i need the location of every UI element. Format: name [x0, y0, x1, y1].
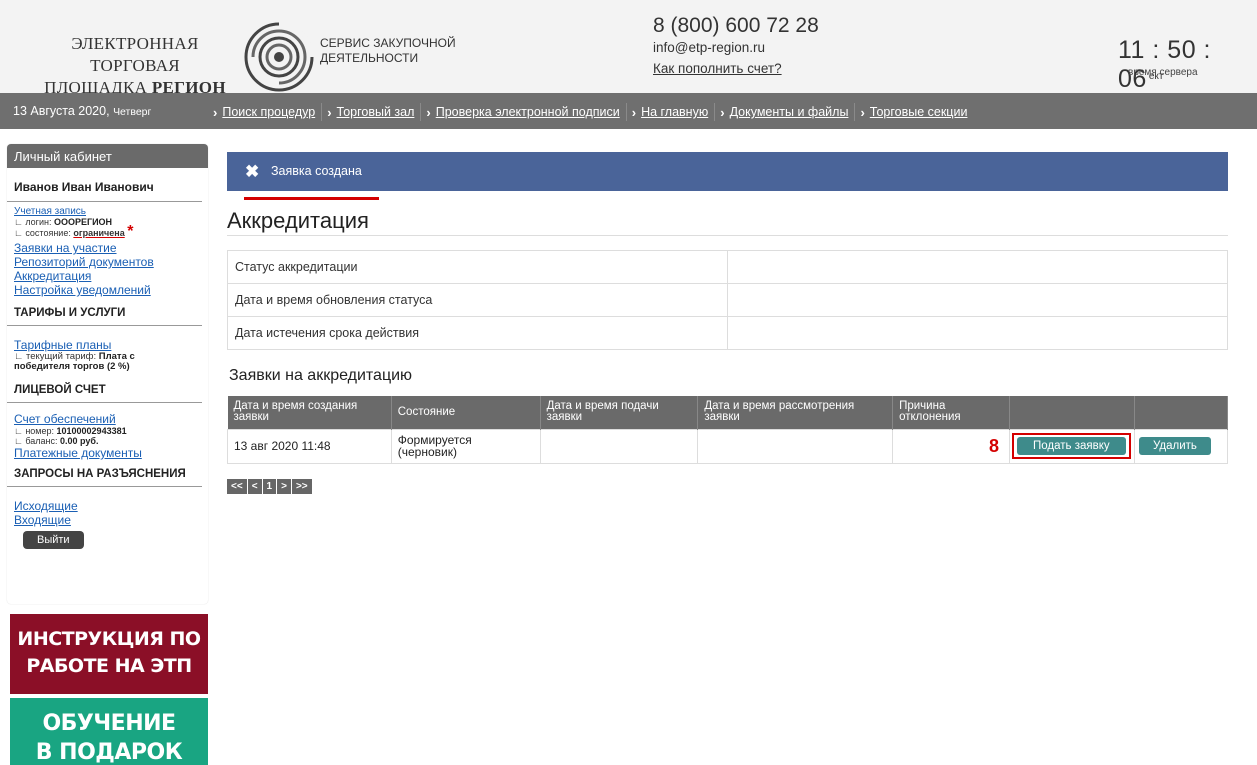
- delete-button[interactable]: Удалить: [1138, 437, 1211, 455]
- pager-page[interactable]: 1: [262, 479, 277, 494]
- topup-link[interactable]: Как пополнить счет?: [653, 61, 782, 76]
- nav-link-home[interactable]: › На главную: [625, 103, 715, 121]
- reviewed-cell: [697, 428, 894, 464]
- account-number: ∟ номер: 10100002943381: [14, 426, 127, 436]
- tariffs-section: Тарифные планы ∟ текущий тариф: Плата с …: [7, 326, 208, 372]
- sidebar-link-notifications[interactable]: Настройка уведомлений: [14, 283, 208, 297]
- training-banner[interactable]: ОБУЧЕНИЕ В ПОДАРОК: [10, 698, 208, 765]
- table-header: Дата и время создания заявки Состояние Д…: [227, 396, 1229, 429]
- submitted-cell: [539, 428, 699, 464]
- sidebar-link-applications[interactable]: Заявки на участие: [14, 241, 208, 255]
- logo-line-1: ЭЛЕКТРОННАЯ ТОРГОВАЯ: [71, 34, 199, 75]
- login-value: ОООРЕГИОН: [53, 217, 113, 227]
- account-section: Учетная запись ∟ логин: ОООРЕГИОН ∟ сост…: [7, 202, 208, 297]
- sidebar-link-incoming[interactable]: Входящие: [14, 513, 208, 527]
- column-header: Состояние: [391, 396, 541, 429]
- annotation-underline: [244, 197, 379, 200]
- annotation-mark: ▀: [399, 0, 415, 8]
- nav-link-trading-hall[interactable]: › Торговый зал: [321, 103, 420, 121]
- column-header: Дата и время подачи заявки: [540, 396, 699, 429]
- nav-links: › Поиск процедур › Торговый зал › Проверка …: [213, 103, 973, 121]
- top-navigation: 13 Августа 2020, Четверг › Поиск процедур…: [0, 93, 1257, 129]
- current-tariff-value: победителя торгов (2 %): [14, 361, 130, 372]
- server-time-label: время сервера: [1128, 67, 1198, 78]
- service-line-1: СЕРВИС ЗАКУПОЧНОЙ: [320, 36, 456, 50]
- table-row: Статус аккредитации: [227, 250, 1228, 284]
- nav-link-trading-sections[interactable]: › Торговые секции: [854, 103, 973, 121]
- email-address[interactable]: info@etp-region.ru: [653, 40, 765, 55]
- logout-button[interactable]: Выйти: [23, 531, 84, 549]
- tariffs-heading: ТАРИФЫ И УСЛУГИ: [7, 297, 202, 326]
- instruction-banner[interactable]: ИНСТРУКЦИЯ ПО РАБОТЕ НА ЭТП: [10, 614, 208, 694]
- applications-table: Дата и время создания заявки Состояние Д…: [227, 396, 1229, 464]
- sidebar-link-repository[interactable]: Репозиторий документов: [14, 255, 208, 269]
- nav-link-signature-check[interactable]: › Проверка электронной подписи: [420, 103, 625, 121]
- sidebar-link-outgoing[interactable]: Исходящие: [14, 499, 208, 513]
- column-header: [1134, 396, 1229, 429]
- page: ▀ ЭЛЕКТРОННАЯ ТОРГОВАЯ ПЛОЩАДКА РЕГИОН С…: [0, 0, 1257, 765]
- submit-highlight: Подать заявку: [1011, 433, 1131, 459]
- success-alert: ✖ Заявка создана: [227, 152, 1228, 191]
- chevron-right-icon: ›: [426, 104, 431, 120]
- weekday-text: Четверг: [113, 106, 152, 118]
- pager-next[interactable]: >: [277, 479, 291, 494]
- table-row: Дата и время обновления статуса: [227, 283, 1228, 317]
- requests-section: Исходящие Входящие Выйти: [7, 487, 208, 549]
- service-caption: СЕРВИС ЗАКУПОЧНОЙ ДЕЯТЕЛЬНОСТИ: [320, 36, 480, 66]
- column-header: Дата и время рассмотрения заявки: [697, 396, 894, 429]
- sidebar-title: Личный кабинет: [7, 144, 208, 168]
- column-header: Причина отклонения: [892, 396, 1010, 429]
- sidebar-link-accreditation[interactable]: Аккредитация: [14, 269, 208, 283]
- page-title: Аккредитация: [227, 208, 369, 233]
- reason-cell: 8: [892, 428, 1010, 464]
- alert-message: Заявка создана: [271, 164, 362, 178]
- sidebar: Личный кабинет Иванов Иван Иванович Учет…: [7, 144, 208, 604]
- server-clock: 11 : 50 : 06 ект: [1118, 36, 1257, 94]
- sidebar-link-account[interactable]: Учетная запись: [14, 206, 208, 217]
- user-name: Иванов Иван Иванович: [7, 168, 202, 202]
- pager-prev[interactable]: <: [247, 479, 262, 494]
- chevron-right-icon: ›: [631, 104, 637, 120]
- accreditation-status-table: Статус аккредитации Дата и время обновле…: [227, 250, 1228, 350]
- column-header: [1009, 396, 1135, 429]
- divider: [227, 235, 1228, 236]
- logo-swirl-icon[interactable]: [244, 22, 314, 92]
- submit-application-button[interactable]: Подать заявку: [1016, 437, 1126, 455]
- pagination: << < 1 > >>: [227, 479, 312, 494]
- table-row: 13 авг 2020 11:48 Формируется (черновик) …: [227, 428, 1229, 464]
- login-info: ∟ логин: ОООРЕГИОН: [14, 217, 113, 227]
- current-date: 13 Августа 2020, Четверг: [13, 104, 151, 118]
- balance-section: Счет обеспечений ∟ номер: 10100002943381…: [7, 403, 208, 460]
- column-header: Дата и время создания заявки: [227, 396, 392, 429]
- applications-heading: Заявки на аккредитацию: [229, 367, 413, 384]
- sidebar-link-tariffs[interactable]: Тарифные планы: [14, 338, 208, 352]
- step-number: 8: [988, 435, 999, 456]
- account-balance: ∟ баланс: 0.00 руб.: [14, 436, 99, 446]
- server-time: 11 : 50 : 06: [1118, 36, 1211, 93]
- account-heading: ЛИЦЕВОЙ СЧЕТ: [7, 372, 202, 403]
- pager-first[interactable]: <<: [227, 479, 247, 494]
- asterisk-icon: *: [127, 223, 134, 240]
- created-cell: 13 авг 2020 11:48: [227, 428, 392, 464]
- phone-number[interactable]: 8 (800) 600 72 28: [653, 14, 819, 38]
- nav-link-search[interactable]: › Поиск процедур: [213, 103, 321, 121]
- requests-heading: ЗАПРОСЫ НА РАЗЪЯСНЕНИЯ: [7, 460, 202, 487]
- service-line-2: ДЕЯТЕЛЬНОСТИ: [320, 51, 419, 65]
- pager-last[interactable]: >>: [291, 479, 312, 494]
- state-cell: Формируется (черновик): [390, 428, 541, 464]
- chevron-right-icon: ›: [213, 104, 218, 120]
- sidebar-link-payments[interactable]: Платежные документы: [14, 446, 208, 460]
- state-info: ∟ состояние: ограничена *: [14, 223, 134, 240]
- date-text: 13 Августа 2020,: [13, 104, 110, 118]
- state-value: ограничена: [73, 228, 125, 238]
- chevron-right-icon: ›: [860, 104, 865, 120]
- site-logo-text[interactable]: ЭЛЕКТРОННАЯ ТОРГОВАЯ ПЛОЩАДКА РЕГИОН: [30, 33, 240, 99]
- chevron-right-icon: ›: [327, 104, 332, 120]
- chevron-right-icon: ›: [720, 104, 725, 120]
- close-icon[interactable]: ✖: [245, 162, 259, 182]
- table-row: Дата истечения срока действия: [227, 316, 1228, 350]
- sidebar-link-security-account[interactable]: Счет обеспечений: [14, 412, 208, 426]
- nav-link-documents[interactable]: › Документы и файлы: [714, 103, 854, 121]
